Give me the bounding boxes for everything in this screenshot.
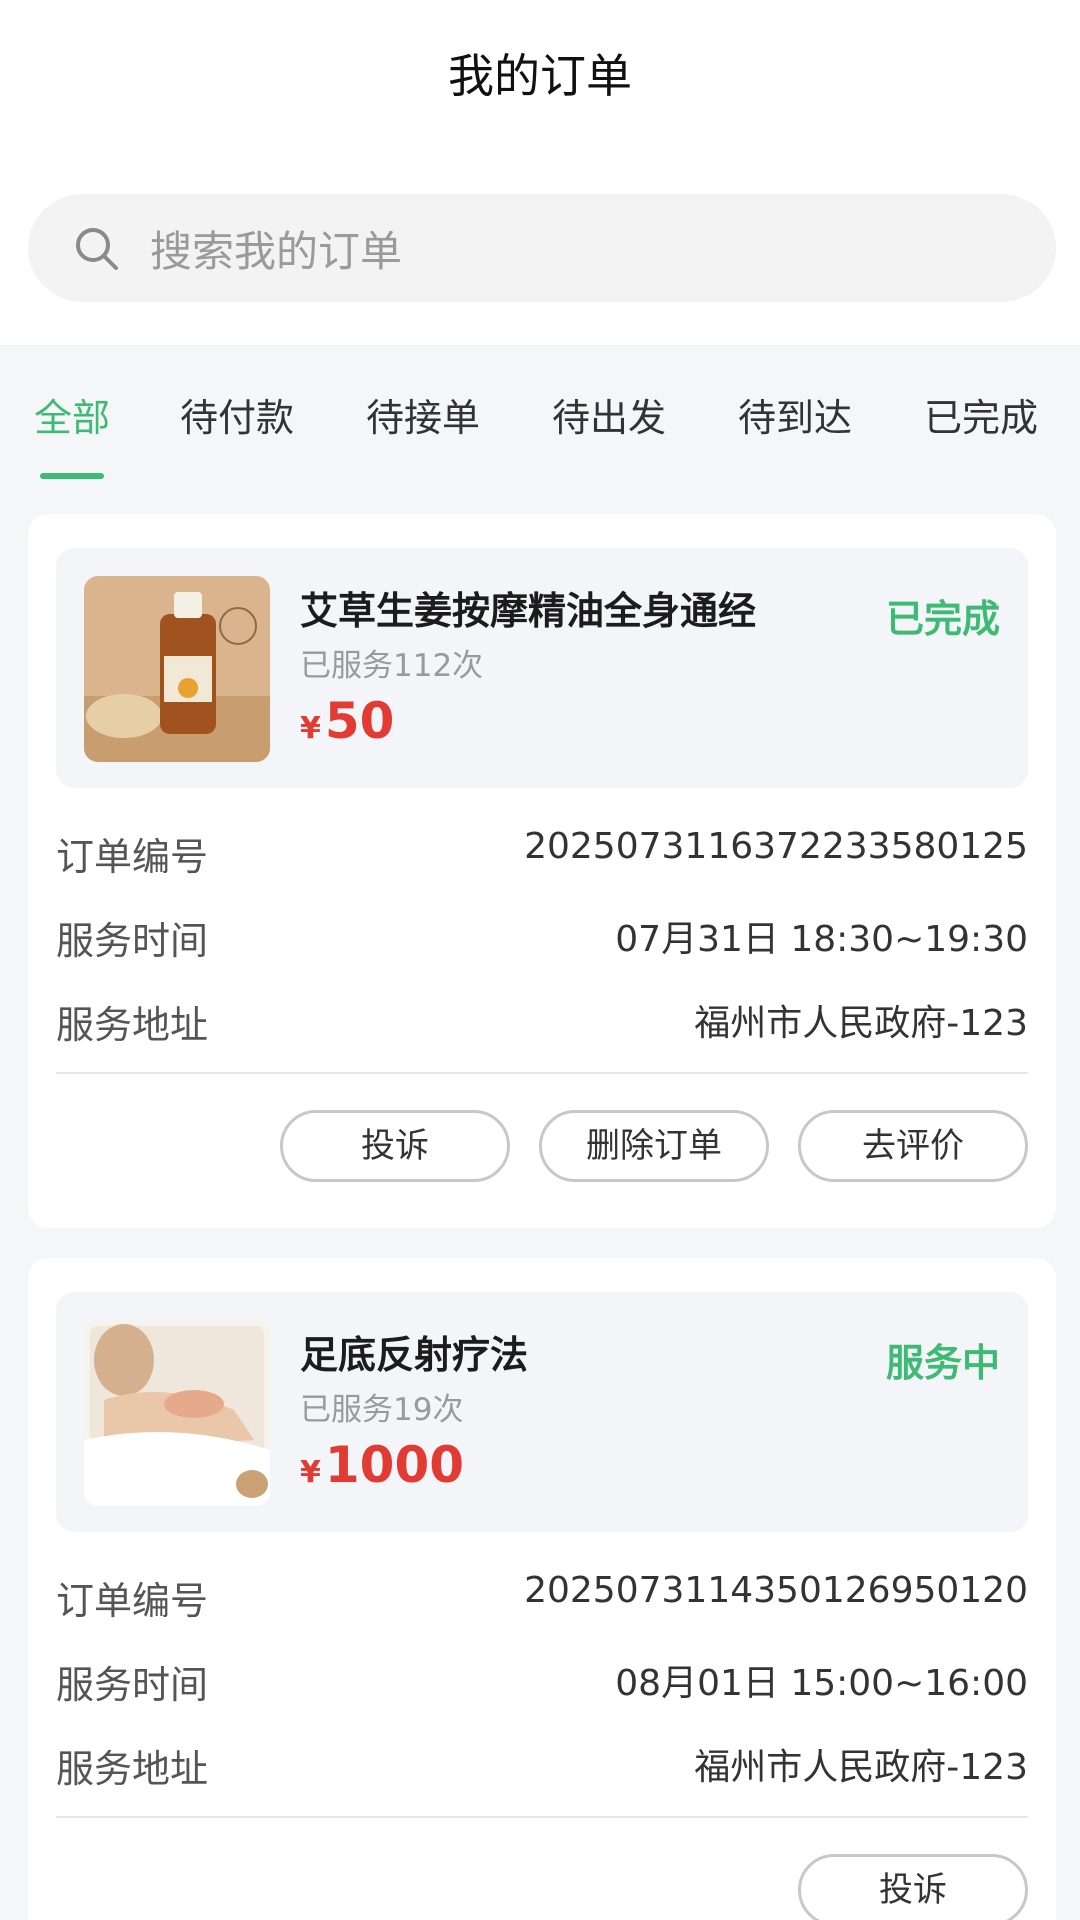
status-badge: 服务中 bbox=[885, 1341, 1000, 1385]
tab-pending-depart[interactable]: 待出发 bbox=[552, 387, 666, 442]
complain-button[interactable]: 投诉 bbox=[280, 1110, 510, 1182]
service-time-row: 服务时间 08月01日 15:00~16:00 bbox=[56, 1654, 1028, 1707]
service-address-value: 福州市人民政府-123 bbox=[694, 1747, 1028, 1788]
served-count: 已服务112次 bbox=[300, 648, 484, 684]
tab-all[interactable]: 全部 bbox=[34, 387, 110, 442]
service-address-label: 服务地址 bbox=[56, 1747, 209, 1791]
order-tabs: 全部 待付款 待接单 待出发 待到达 已完成 bbox=[0, 345, 1080, 495]
price-amount: 50 bbox=[324, 692, 395, 750]
service-time-row: 服务时间 07月31日 18:30~19:30 bbox=[56, 910, 1028, 963]
product-image bbox=[84, 576, 270, 762]
search-input[interactable]: 搜索我的订单 bbox=[150, 218, 402, 279]
service-address-row: 服务地址 福州市人民政府-123 bbox=[56, 994, 1028, 1047]
search-bar[interactable]: 搜索我的订单 bbox=[28, 194, 1056, 302]
order-item[interactable]: 足底反射疗法 已服务19次 ¥1000 服务中 bbox=[56, 1292, 1028, 1532]
service-time-label: 服务时间 bbox=[56, 919, 209, 963]
served-count: 已服务19次 bbox=[300, 1392, 464, 1428]
price-amount: 1000 bbox=[324, 1436, 465, 1494]
price: ¥1000 bbox=[300, 1436, 464, 1494]
divider bbox=[56, 1816, 1028, 1818]
order-item[interactable]: 艾草生姜按摩精油全身通经 已服务112次 ¥50 已完成 bbox=[56, 548, 1028, 788]
product-title: 艾草生姜按摩精油全身通经 bbox=[300, 589, 757, 633]
tab-pending-payment[interactable]: 待付款 bbox=[180, 387, 294, 442]
delete-order-button[interactable]: 删除订单 bbox=[539, 1110, 769, 1182]
service-time-value: 07月31日 18:30~19:30 bbox=[615, 919, 1028, 960]
order-number-row: 订单编号 2025073116372233580125 bbox=[56, 826, 1028, 879]
service-address-value: 福州市人民政府-123 bbox=[694, 1003, 1028, 1044]
price: ¥50 bbox=[300, 692, 394, 750]
search-icon bbox=[76, 228, 118, 270]
review-button[interactable]: 去评价 bbox=[798, 1110, 1028, 1182]
header: 我的订单 搜索我的订单 bbox=[0, 0, 1080, 345]
order-card[interactable]: 足底反射疗法 已服务19次 ¥1000 服务中 订单编号 20250731143… bbox=[28, 1258, 1056, 1920]
status-badge: 已完成 bbox=[885, 597, 1000, 641]
order-number-value: 2025073114350126950120 bbox=[524, 1570, 1028, 1611]
tab-completed[interactable]: 已完成 bbox=[924, 387, 1038, 442]
tab-pending-accept[interactable]: 待接单 bbox=[366, 387, 480, 442]
order-number-row: 订单编号 2025073114350126950120 bbox=[56, 1570, 1028, 1623]
page-title: 我的订单 bbox=[448, 49, 632, 103]
tab-active-indicator bbox=[40, 473, 104, 479]
order-number-label: 订单编号 bbox=[56, 1579, 209, 1623]
service-time-label: 服务时间 bbox=[56, 1663, 209, 1707]
order-card[interactable]: 艾草生姜按摩精油全身通经 已服务112次 ¥50 已完成 订单编号 202507… bbox=[28, 514, 1056, 1228]
order-number-value: 2025073116372233580125 bbox=[524, 826, 1028, 867]
divider bbox=[56, 1072, 1028, 1074]
service-address-label: 服务地址 bbox=[56, 1003, 209, 1047]
service-time-value: 08月01日 15:00~16:00 bbox=[615, 1663, 1028, 1704]
tab-pending-arrive[interactable]: 待到达 bbox=[738, 387, 852, 442]
currency-symbol: ¥ bbox=[300, 1455, 321, 1490]
product-title: 足底反射疗法 bbox=[300, 1333, 529, 1377]
currency-symbol: ¥ bbox=[300, 711, 321, 746]
service-address-row: 服务地址 福州市人民政府-123 bbox=[56, 1738, 1028, 1791]
product-image bbox=[84, 1320, 270, 1506]
complain-button[interactable]: 投诉 bbox=[798, 1854, 1028, 1920]
order-number-label: 订单编号 bbox=[56, 835, 209, 879]
